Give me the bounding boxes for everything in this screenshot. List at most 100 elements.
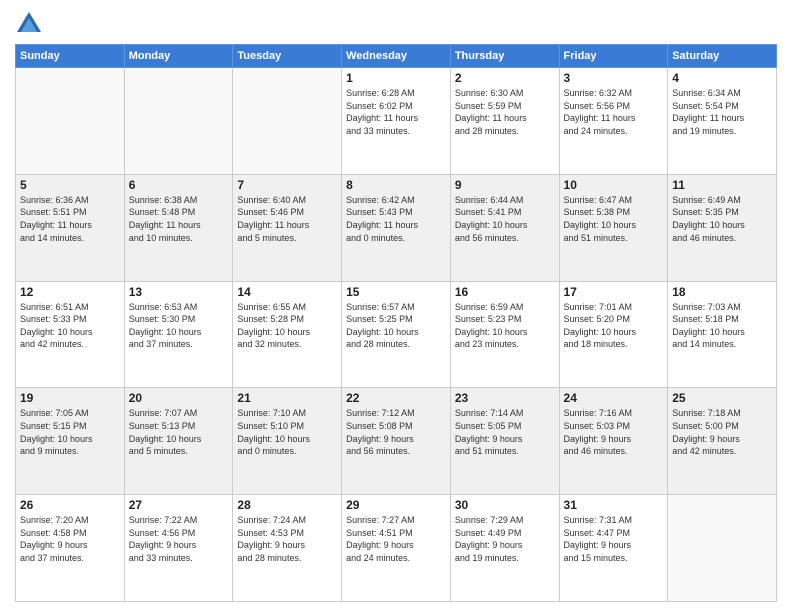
- col-header-tuesday: Tuesday: [233, 45, 342, 68]
- day-info: Sunrise: 7:07 AM Sunset: 5:13 PM Dayligh…: [129, 407, 229, 457]
- day-info: Sunrise: 6:32 AM Sunset: 5:56 PM Dayligh…: [564, 87, 664, 137]
- day-number: 2: [455, 71, 555, 85]
- day-info: Sunrise: 6:38 AM Sunset: 5:48 PM Dayligh…: [129, 194, 229, 244]
- page: SundayMondayTuesdayWednesdayThursdayFrid…: [0, 0, 792, 612]
- day-info: Sunrise: 6:55 AM Sunset: 5:28 PM Dayligh…: [237, 301, 337, 351]
- day-number: 13: [129, 285, 229, 299]
- day-number: 26: [20, 498, 120, 512]
- day-info: Sunrise: 7:27 AM Sunset: 4:51 PM Dayligh…: [346, 514, 446, 564]
- day-cell: 24 Sunrise: 7:16 AM Sunset: 5:03 PM Dayli…: [559, 388, 668, 495]
- day-cell: 11 Sunrise: 6:49 AM Sunset: 5:35 PM Dayli…: [668, 174, 777, 281]
- day-number: 9: [455, 178, 555, 192]
- day-number: 22: [346, 391, 446, 405]
- day-cell: 21Sunrise: 7:10 AM Sunset: 5:10 PM Dayli…: [233, 388, 342, 495]
- day-cell: [668, 495, 777, 602]
- day-cell: 4 Sunrise: 6:34 AM Sunset: 5:54 PM Daylig…: [668, 68, 777, 175]
- col-header-monday: Monday: [124, 45, 233, 68]
- day-info: Sunrise: 6:34 AM Sunset: 5:54 PM Dayligh…: [672, 87, 772, 137]
- day-cell: 16 Sunrise: 6:59 AM Sunset: 5:23 PM Dayli…: [450, 281, 559, 388]
- day-info: Sunrise: 6:53 AM Sunset: 5:30 PM Dayligh…: [129, 301, 229, 351]
- day-number: 8: [346, 178, 446, 192]
- week-row-5: 26 Sunrise: 7:20 AM Sunset: 4:58 PM Dayli…: [16, 495, 777, 602]
- day-info: Sunrise: 6:49 AM Sunset: 5:35 PM Dayligh…: [672, 194, 772, 244]
- day-info: Sunrise: 6:57 AM Sunset: 5:25 PM Dayligh…: [346, 301, 446, 351]
- day-number: 1: [346, 71, 446, 85]
- day-number: 15: [346, 285, 446, 299]
- day-cell: 26 Sunrise: 7:20 AM Sunset: 4:58 PM Dayli…: [16, 495, 125, 602]
- day-number: 20: [129, 391, 229, 405]
- day-number: 29: [346, 498, 446, 512]
- day-number: 24: [564, 391, 664, 405]
- day-number: 17: [564, 285, 664, 299]
- day-number: 18: [672, 285, 772, 299]
- day-cell: 14 Sunrise: 6:55 AM Sunset: 5:28 PM Dayli…: [233, 281, 342, 388]
- day-number: 12: [20, 285, 120, 299]
- day-info: Sunrise: 6:40 AM Sunset: 5:46 PM Dayligh…: [237, 194, 337, 244]
- header: [15, 10, 777, 38]
- day-number: 5: [20, 178, 120, 192]
- day-number: 30: [455, 498, 555, 512]
- day-info: Sunrise: 7:16 AM Sunset: 5:03 PM Dayligh…: [564, 407, 664, 457]
- day-info: Sunrise: 6:36 AM Sunset: 5:51 PM Dayligh…: [20, 194, 120, 244]
- day-cell: 6 Sunrise: 6:38 AM Sunset: 5:48 PM Daylig…: [124, 174, 233, 281]
- day-cell: 19Sunrise: 7:05 AM Sunset: 5:15 PM Dayli…: [16, 388, 125, 495]
- day-cell: 31Sunrise: 7:31 AM Sunset: 4:47 PM Dayli…: [559, 495, 668, 602]
- week-row-2: 5 Sunrise: 6:36 AM Sunset: 5:51 PM Daylig…: [16, 174, 777, 281]
- day-cell: 5 Sunrise: 6:36 AM Sunset: 5:51 PM Daylig…: [16, 174, 125, 281]
- day-number: 28: [237, 498, 337, 512]
- day-info: Sunrise: 7:01 AM Sunset: 5:20 PM Dayligh…: [564, 301, 664, 351]
- day-cell: 20 Sunrise: 7:07 AM Sunset: 5:13 PM Dayli…: [124, 388, 233, 495]
- day-cell: 10Sunrise: 6:47 AM Sunset: 5:38 PM Dayli…: [559, 174, 668, 281]
- day-cell: 2 Sunrise: 6:30 AM Sunset: 5:59 PM Daylig…: [450, 68, 559, 175]
- day-cell: [233, 68, 342, 175]
- day-number: 14: [237, 285, 337, 299]
- day-info: Sunrise: 7:14 AM Sunset: 5:05 PM Dayligh…: [455, 407, 555, 457]
- day-number: 6: [129, 178, 229, 192]
- day-cell: 23 Sunrise: 7:14 AM Sunset: 5:05 PM Dayli…: [450, 388, 559, 495]
- day-number: 10: [564, 178, 664, 192]
- day-info: Sunrise: 7:18 AM Sunset: 5:00 PM Dayligh…: [672, 407, 772, 457]
- week-row-1: 1 Sunrise: 6:28 AM Sunset: 6:02 PM Daylig…: [16, 68, 777, 175]
- day-cell: 18 Sunrise: 7:03 AM Sunset: 5:18 PM Dayli…: [668, 281, 777, 388]
- day-info: Sunrise: 7:10 AM Sunset: 5:10 PM Dayligh…: [237, 407, 337, 457]
- day-info: Sunrise: 6:42 AM Sunset: 5:43 PM Dayligh…: [346, 194, 446, 244]
- col-header-friday: Friday: [559, 45, 668, 68]
- day-number: 4: [672, 71, 772, 85]
- header-row: SundayMondayTuesdayWednesdayThursdayFrid…: [16, 45, 777, 68]
- day-number: 19: [20, 391, 120, 405]
- day-number: 27: [129, 498, 229, 512]
- day-cell: 28 Sunrise: 7:24 AM Sunset: 4:53 PM Dayli…: [233, 495, 342, 602]
- col-header-wednesday: Wednesday: [342, 45, 451, 68]
- day-info: Sunrise: 7:20 AM Sunset: 4:58 PM Dayligh…: [20, 514, 120, 564]
- col-header-thursday: Thursday: [450, 45, 559, 68]
- day-info: Sunrise: 6:59 AM Sunset: 5:23 PM Dayligh…: [455, 301, 555, 351]
- day-cell: 3 Sunrise: 6:32 AM Sunset: 5:56 PM Daylig…: [559, 68, 668, 175]
- day-cell: 27 Sunrise: 7:22 AM Sunset: 4:56 PM Dayli…: [124, 495, 233, 602]
- day-number: 31: [564, 498, 664, 512]
- day-number: 25: [672, 391, 772, 405]
- col-header-sunday: Sunday: [16, 45, 125, 68]
- col-header-saturday: Saturday: [668, 45, 777, 68]
- day-cell: [16, 68, 125, 175]
- day-number: 23: [455, 391, 555, 405]
- day-number: 7: [237, 178, 337, 192]
- logo-icon: [15, 10, 43, 38]
- day-info: Sunrise: 6:30 AM Sunset: 5:59 PM Dayligh…: [455, 87, 555, 137]
- day-cell: 8 Sunrise: 6:42 AM Sunset: 5:43 PM Daylig…: [342, 174, 451, 281]
- day-cell: 1 Sunrise: 6:28 AM Sunset: 6:02 PM Daylig…: [342, 68, 451, 175]
- day-info: Sunrise: 7:22 AM Sunset: 4:56 PM Dayligh…: [129, 514, 229, 564]
- day-cell: 13 Sunrise: 6:53 AM Sunset: 5:30 PM Dayli…: [124, 281, 233, 388]
- logo: [15, 10, 47, 38]
- day-info: Sunrise: 6:44 AM Sunset: 5:41 PM Dayligh…: [455, 194, 555, 244]
- day-number: 11: [672, 178, 772, 192]
- day-cell: [124, 68, 233, 175]
- day-number: 3: [564, 71, 664, 85]
- day-cell: 9 Sunrise: 6:44 AM Sunset: 5:41 PM Daylig…: [450, 174, 559, 281]
- day-info: Sunrise: 7:24 AM Sunset: 4:53 PM Dayligh…: [237, 514, 337, 564]
- day-cell: 22Sunrise: 7:12 AM Sunset: 5:08 PM Dayli…: [342, 388, 451, 495]
- day-number: 16: [455, 285, 555, 299]
- day-info: Sunrise: 7:03 AM Sunset: 5:18 PM Dayligh…: [672, 301, 772, 351]
- day-cell: 30Sunrise: 7:29 AM Sunset: 4:49 PM Dayli…: [450, 495, 559, 602]
- day-info: Sunrise: 6:28 AM Sunset: 6:02 PM Dayligh…: [346, 87, 446, 137]
- day-cell: 29 Sunrise: 7:27 AM Sunset: 4:51 PM Dayli…: [342, 495, 451, 602]
